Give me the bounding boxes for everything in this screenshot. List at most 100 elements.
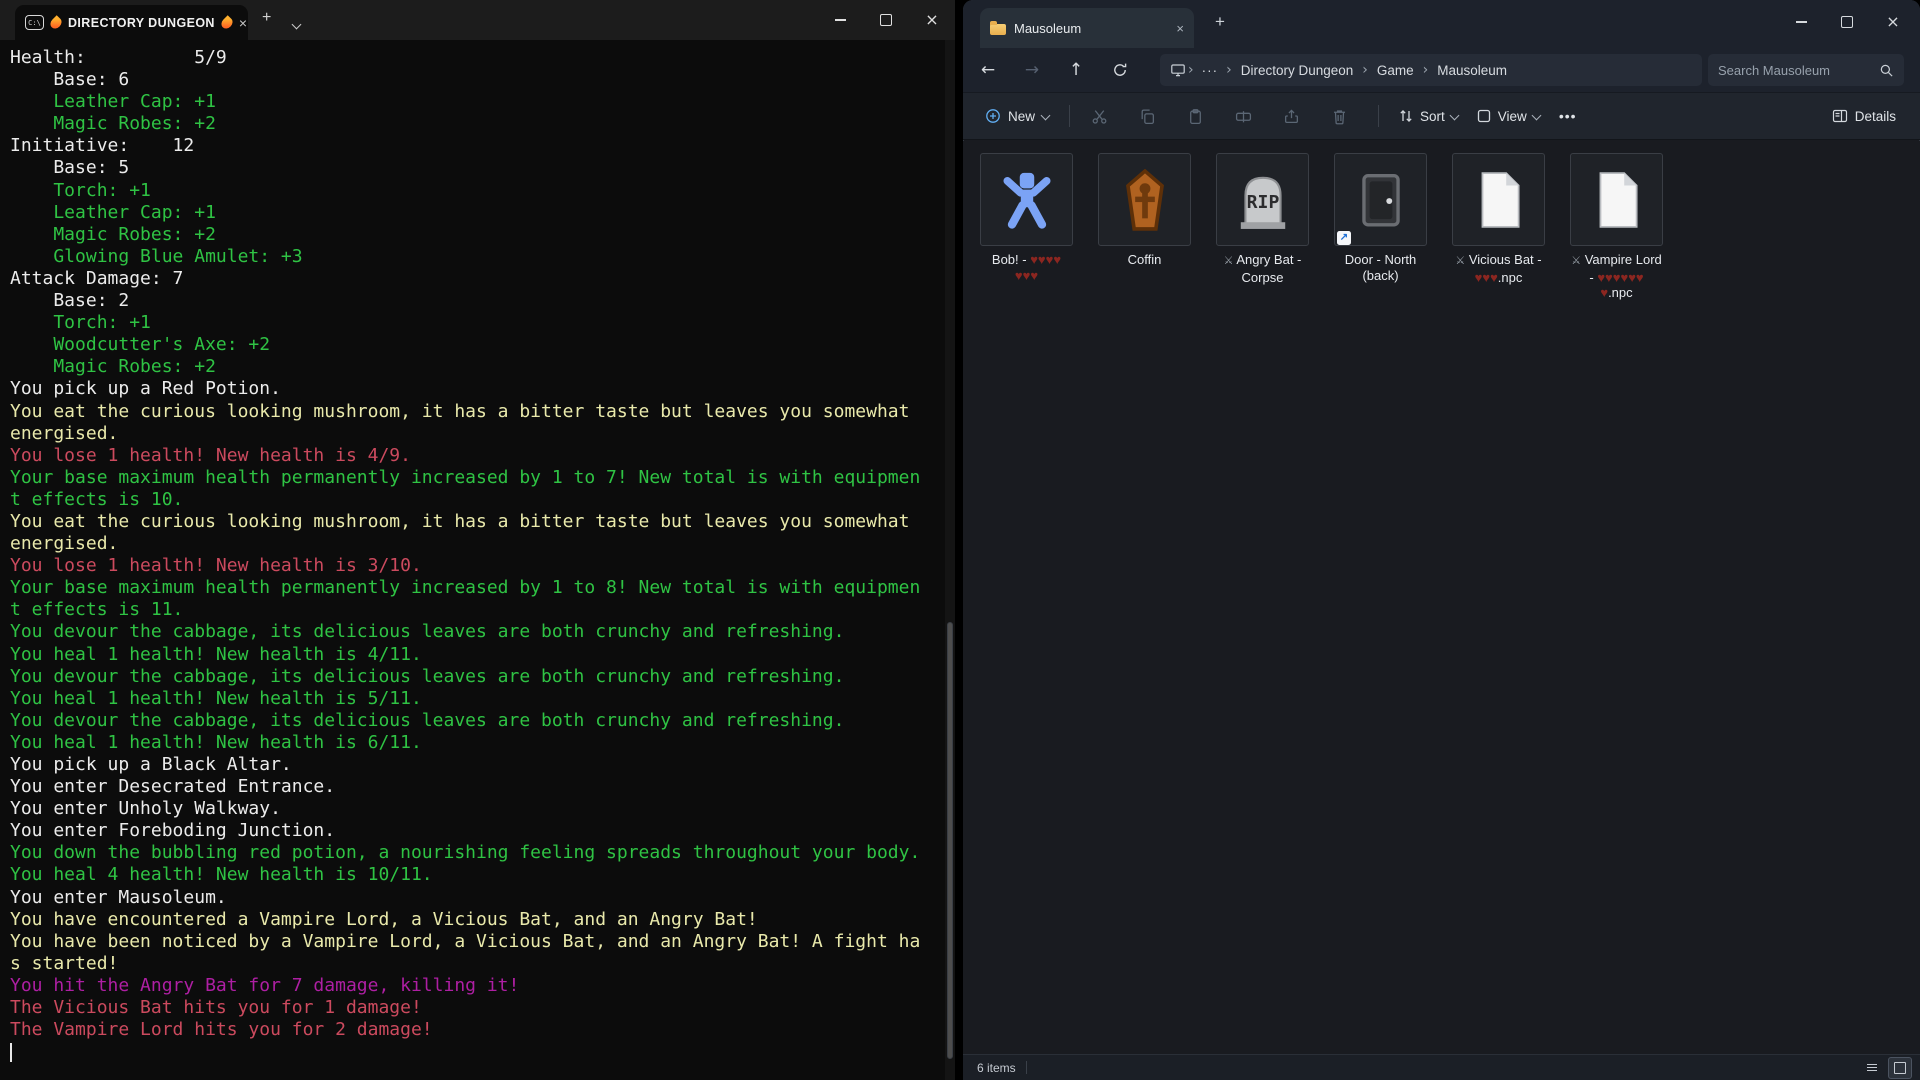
file-label: Bob! - ♥♥♥♥♥♥♥ bbox=[964, 252, 1090, 283]
file-item[interactable]: RIP⚔ Angry Bat -Corpse bbox=[1216, 153, 1309, 318]
breadcrumb-item[interactable]: Directory Dungeon bbox=[1234, 63, 1361, 78]
terminal-tab-title: DIRECTORY DUNGEON bbox=[68, 16, 215, 30]
terminal-line: You lose 1 health! New health is 3/10. bbox=[10, 555, 955, 577]
terminal-line: The Vampire Lord hits you for 2 damage! bbox=[10, 1019, 955, 1041]
details-view-toggle[interactable] bbox=[1860, 1057, 1884, 1079]
terminal-titlebar[interactable]: C:\ DIRECTORY DUNGEON × + × bbox=[0, 0, 955, 40]
terminal-line: You down the bubbling red potion, a nour… bbox=[10, 842, 955, 864]
flame-icon bbox=[219, 15, 235, 31]
sort-button[interactable]: Sort bbox=[1389, 102, 1467, 130]
terminal-line: You heal 4 health! New health is 10/11. bbox=[10, 864, 955, 886]
address-bar[interactable]: › ··· ›Directory Dungeon›Game›Mausoleum bbox=[1160, 54, 1702, 86]
file-item[interactable]: Coffin bbox=[1098, 153, 1191, 318]
paste-icon bbox=[1187, 108, 1204, 125]
maximize-button[interactable] bbox=[863, 0, 909, 40]
coffin-icon bbox=[1114, 169, 1176, 231]
breadcrumb-chevron: › bbox=[1186, 62, 1196, 78]
terminal-line: You enter Desecrated Entrance. bbox=[10, 776, 955, 798]
copy-button[interactable] bbox=[1128, 99, 1166, 133]
more-options-button[interactable]: ••• bbox=[1549, 108, 1587, 124]
terminal-line: Your base maximum health permanently inc… bbox=[10, 577, 955, 599]
view-button[interactable]: View bbox=[1467, 102, 1549, 130]
tombstone-icon: RIP bbox=[1232, 169, 1294, 231]
list-view-icon bbox=[1867, 1064, 1877, 1072]
explorer-statusbar: 6 items bbox=[963, 1054, 1920, 1080]
trash-icon bbox=[1331, 108, 1348, 125]
terminal-line: Leather Cap: +1 bbox=[10, 91, 955, 113]
terminal-line: Initiative: 12 bbox=[10, 135, 955, 157]
file-item[interactable]: ⚔ Vicious Bat -♥♥♥.npc bbox=[1452, 153, 1545, 318]
terminal-line: You have been noticed by a Vampire Lord,… bbox=[10, 931, 955, 953]
new-tab-button[interactable]: + bbox=[262, 9, 271, 27]
search-box[interactable]: Search Mausoleum bbox=[1708, 54, 1904, 86]
terminal-line: Health: 5/9 bbox=[10, 47, 955, 69]
minimize-button[interactable] bbox=[1778, 0, 1824, 44]
terminal-line: Magic Robes: +2 bbox=[10, 224, 955, 246]
share-button[interactable] bbox=[1272, 99, 1310, 133]
close-button[interactable]: × bbox=[1870, 0, 1916, 44]
new-tab-button[interactable]: + bbox=[1215, 12, 1225, 32]
terminal-line: You enter Foreboding Junction. bbox=[10, 820, 955, 842]
breadcrumb-item[interactable]: Mausoleum bbox=[1430, 63, 1514, 78]
large-icons-view-toggle[interactable] bbox=[1888, 1057, 1912, 1079]
search-icon[interactable] bbox=[1879, 63, 1894, 78]
terminal-icon: C:\ bbox=[25, 15, 44, 30]
svg-text:RIP: RIP bbox=[1246, 191, 1279, 212]
terminal-scrollbar[interactable] bbox=[945, 40, 955, 1080]
terminal-line: Leather Cap: +1 bbox=[10, 202, 955, 224]
terminal-line: You heal 1 health! New health is 5/11. bbox=[10, 688, 955, 710]
details-pane-button[interactable]: Details bbox=[1832, 108, 1896, 124]
up-button[interactable]: ↑ bbox=[1059, 53, 1093, 87]
delete-button[interactable] bbox=[1320, 99, 1358, 133]
file-thumbnail: RIP bbox=[1216, 153, 1309, 246]
terminal-output[interactable]: Health: 5/9 Base: 6 Leather Cap: +1 Magi… bbox=[0, 40, 955, 1080]
document-icon bbox=[1468, 169, 1530, 231]
terminal-line: You lose 1 health! New health is 4/9. bbox=[10, 445, 955, 467]
terminal-line: Base: 5 bbox=[10, 157, 955, 179]
terminal-line: Torch: +1 bbox=[10, 312, 955, 334]
minimize-button[interactable] bbox=[817, 0, 863, 40]
explorer-tabbar[interactable]: Mausoleum × + × bbox=[963, 0, 1920, 48]
breadcrumb-chevron: › bbox=[1421, 62, 1431, 78]
terminal-tab[interactable]: C:\ DIRECTORY DUNGEON × bbox=[15, 5, 248, 40]
breadcrumb-ellipsis[interactable]: ··· bbox=[1196, 63, 1225, 78]
new-button[interactable]: New bbox=[975, 102, 1059, 130]
close-tab-icon[interactable]: × bbox=[239, 16, 247, 30]
file-item[interactable]: ⚔ Vampire Lord- ♥♥♥♥♥♥♥.npc bbox=[1570, 153, 1663, 318]
explorer-tab[interactable]: Mausoleum × bbox=[980, 8, 1194, 48]
cut-icon bbox=[1091, 108, 1108, 125]
file-item[interactable]: Bob! - ♥♥♥♥♥♥♥ bbox=[980, 153, 1073, 318]
terminal-line: You enter Mausoleum. bbox=[10, 887, 955, 909]
sort-icon bbox=[1398, 108, 1414, 124]
terminal-line: You eat the curious looking mushroom, it… bbox=[10, 401, 955, 423]
cut-button[interactable] bbox=[1080, 99, 1118, 133]
close-button[interactable]: × bbox=[909, 0, 955, 40]
file-thumbnail bbox=[1098, 153, 1191, 246]
rename-button[interactable] bbox=[1224, 99, 1262, 133]
terminal-line: You have encountered a Vampire Lord, a V… bbox=[10, 909, 955, 931]
refresh-button[interactable] bbox=[1103, 53, 1137, 87]
copy-icon bbox=[1139, 108, 1156, 125]
paste-button[interactable] bbox=[1176, 99, 1214, 133]
terminal-line: t effects is 11. bbox=[10, 599, 955, 621]
explorer-commandbar: New bbox=[963, 92, 1920, 140]
maximize-button[interactable] bbox=[1824, 0, 1870, 44]
forward-button[interactable]: → bbox=[1015, 53, 1049, 87]
close-tab-icon[interactable]: × bbox=[1176, 21, 1184, 36]
terminal-line: Your base maximum health permanently inc… bbox=[10, 467, 955, 489]
door-icon bbox=[1350, 169, 1412, 231]
scrollbar-thumb[interactable] bbox=[947, 622, 953, 1059]
desktop: C:\ DIRECTORY DUNGEON × + × Health: 5/9 … bbox=[0, 0, 1920, 1080]
file-item[interactable]: ↗Door - North(back) bbox=[1334, 153, 1427, 318]
toolbar-divider bbox=[1069, 105, 1070, 127]
back-button[interactable]: ← bbox=[971, 53, 1005, 87]
tab-dropdown-button[interactable] bbox=[293, 15, 300, 33]
file-label: Door - North(back) bbox=[1318, 252, 1444, 283]
terminal-line: You pick up a Red Potion. bbox=[10, 378, 955, 400]
breadcrumb-item[interactable]: Game bbox=[1370, 63, 1421, 78]
breadcrumb-chevron: › bbox=[1360, 62, 1370, 78]
file-area[interactable]: Bob! - ♥♥♥♥♥♥♥ Coffin RIP⚔ Angry Bat -Corp… bbox=[963, 141, 1920, 1054]
breadcrumb-chevron: › bbox=[1224, 62, 1234, 78]
terminal-line: Base: 6 bbox=[10, 69, 955, 91]
terminal-line: Woodcutter's Axe: +2 bbox=[10, 334, 955, 356]
